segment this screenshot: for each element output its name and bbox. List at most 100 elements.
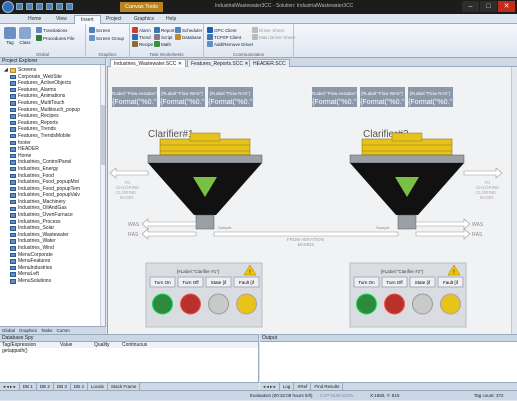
tab-comm[interactable]: Comm	[55, 327, 72, 334]
doc-tab-features-reports[interactable]: Features_Reports.SCC ✕	[187, 59, 253, 67]
tree-item-screen[interactable]: Industries_Process	[0, 219, 100, 226]
class-button[interactable]: Class	[18, 27, 32, 45]
screen-button[interactable]: Screen	[89, 27, 110, 33]
opc-client-button[interactable]: OPC Client	[207, 27, 237, 33]
undo-icon[interactable]	[46, 3, 53, 10]
close-button[interactable]: ✕	[498, 1, 515, 12]
flow-box-ras-1[interactable]: {#Label:"Flow RAS"} {Format("%0."	[208, 87, 253, 107]
run-icon[interactable]	[66, 3, 73, 10]
app-logo-icon[interactable]	[2, 1, 14, 13]
driver-sheet-button[interactable]: Driver Sheet	[252, 27, 284, 33]
tree-item-screen[interactable]: MenuSolutions	[0, 278, 100, 285]
clarifier1-tank[interactable]	[147, 132, 263, 230]
flow-box-aeration-2[interactable]: {#Label:"Flow Aeration"} {Format("%0."	[310, 87, 359, 107]
doc-tab-header[interactable]: HEADER.SCC	[249, 59, 290, 67]
tag-expression-cell[interactable]: getappath()	[0, 348, 58, 354]
tree-item-screen[interactable]: Industries_Machinery	[0, 199, 100, 206]
tab-insert[interactable]: Insert	[74, 15, 101, 24]
tree-item-screen[interactable]: Features_ActiveObjects	[0, 80, 100, 87]
doc-tab-wastewater[interactable]: Industries_Wastewater.SCC ✕	[110, 59, 186, 67]
tag-button[interactable]: Tag	[3, 27, 17, 45]
tree-item-screen[interactable]: Features_Alarms	[0, 87, 100, 94]
tree-item-screen[interactable]: Features_Trends	[0, 126, 100, 133]
tree-item-screen[interactable]: Industries_Wastewater	[0, 232, 100, 239]
tree-root-screens[interactable]: ◢ Screens	[0, 67, 100, 74]
tree-item-screen[interactable]: Industries_Food	[0, 173, 100, 180]
tree-item-screen[interactable]: Industries_ControlPanel	[0, 159, 100, 166]
tree-item-screen[interactable]: MenuLeft	[0, 271, 100, 278]
open-icon[interactable]	[26, 3, 33, 10]
flow-box-was-1[interactable]: {#Label:"Flow WAS"} {Format("%0."	[160, 87, 205, 107]
tab-global[interactable]: Global	[0, 327, 17, 334]
tree-item-screen[interactable]: Industries_Energy	[0, 166, 100, 173]
tab-db2[interactable]: DB 2	[37, 383, 54, 390]
tree-item-screen[interactable]: Industries_Water	[0, 238, 100, 245]
redo-icon[interactable]	[56, 3, 63, 10]
screen-group-button[interactable]: Screen Group	[89, 35, 124, 41]
tab-project[interactable]: Project	[100, 15, 128, 24]
tree-item-screen[interactable]: MenuIndustries	[0, 265, 100, 272]
tab-db1[interactable]: DB 1	[20, 383, 37, 390]
tab-view[interactable]: View	[50, 15, 73, 24]
alarm-button[interactable]: Alarm	[132, 27, 151, 33]
tree-item-screen[interactable]: Features_Animations	[0, 93, 100, 100]
tree-item-screen[interactable]: MenuFeatures	[0, 258, 100, 265]
tab-log[interactable]: Log	[280, 383, 295, 390]
database-button[interactable]: Database	[175, 34, 201, 40]
nav-arrows-icon[interactable]: ◂ ◂ ▸ ▸	[260, 383, 280, 390]
tab-stack-frame[interactable]: Stack Frame	[108, 383, 141, 390]
clarifier2-tank[interactable]	[349, 132, 465, 230]
tcpip-client-button[interactable]: TCP/IP Client	[207, 34, 241, 40]
main-driver-sheet-button[interactable]: Main Driver Sheet	[252, 34, 295, 40]
table-row[interactable]: getappath()	[0, 348, 258, 354]
report-button[interactable]: Report	[154, 27, 175, 33]
flow-box-was-2[interactable]: {#Label:"Flow WAS"} {Format("%0."	[360, 87, 405, 107]
minimize-button[interactable]: –	[462, 1, 479, 12]
math-button[interactable]: Math	[154, 41, 171, 47]
maximize-button[interactable]: □	[480, 1, 497, 12]
scheduler-button[interactable]: Scheduler	[175, 27, 202, 33]
flow-box-aeration-1[interactable]: {#Label:"Flow Aeration"} {Format("%0."	[110, 87, 159, 107]
tab-graphics[interactable]: Graphics	[128, 15, 160, 24]
scrollbar-thumb[interactable]	[101, 105, 105, 165]
tab-tasks[interactable]: Tasks	[39, 327, 55, 334]
tree-item-screen[interactable]: Industries_Food_popupMot	[0, 179, 100, 186]
screen-canvas[interactable]: {#Label:"Flow Aeration"} {Format("%0." {…	[107, 67, 511, 334]
tree-item-screen[interactable]: Features_Recipes	[0, 113, 100, 120]
nav-arrows-icon[interactable]: ◂ ◂ ▸ ▸	[0, 383, 20, 390]
trend-button[interactable]: Trend	[132, 34, 151, 40]
procedures-file-button[interactable]: Procedures File	[36, 35, 75, 41]
tree-item-screen[interactable]: Features_TrendsMobile	[0, 133, 100, 140]
save-icon[interactable]	[36, 3, 43, 10]
add-remove-driver-button[interactable]: Add/Remove Driver	[207, 41, 253, 47]
tab-find-results[interactable]: Find Results	[311, 383, 344, 390]
tree-item-screen[interactable]: Industries_OilAndGas	[0, 205, 100, 212]
tree-item-screen[interactable]: MenuCorporate	[0, 252, 100, 259]
new-icon[interactable]	[16, 3, 23, 10]
tree-item-screen[interactable]: Industries_OvenFurnace	[0, 212, 100, 219]
tree-item-screen[interactable]: Features_Multitouch_popup	[0, 107, 100, 114]
tree-item-screen[interactable]: Features_Reports	[0, 120, 100, 127]
flow-box-ras-2[interactable]: {#Label:"Flow RAS"} {Format("%0."	[408, 87, 453, 107]
tab-graphics-explorer[interactable]: Graphics	[17, 327, 39, 334]
tab-home[interactable]: Home	[22, 15, 47, 24]
tree-item-screen[interactable]: Industries_Food_popupTem	[0, 186, 100, 193]
tree-item-screen[interactable]: Features_MultiTouch	[0, 100, 100, 107]
tree-item-screen[interactable]: Industries_Wind	[0, 245, 100, 252]
collapse-icon[interactable]: ◢	[4, 67, 8, 74]
recipe-button[interactable]: Recipe	[132, 41, 153, 47]
tree-item-screen[interactable]: HEADER	[0, 146, 100, 153]
tab-db4[interactable]: DB 4	[71, 383, 88, 390]
tree-item-screen[interactable]: Corporate_WebSite	[0, 74, 100, 81]
tree-item-screen[interactable]: Home	[0, 153, 100, 160]
translations-button[interactable]: Translations	[36, 27, 67, 33]
script-button[interactable]: Script	[154, 34, 173, 40]
tree-item-screen[interactable]: Industries_Solar	[0, 225, 100, 232]
canvas-scrollbar[interactable]	[511, 67, 517, 334]
tree-item-screen[interactable]: Industries_Food_popupValv	[0, 192, 100, 199]
tab-xref[interactable]: XRef	[294, 383, 312, 390]
tab-locals[interactable]: Locals	[88, 383, 108, 390]
tab-help[interactable]: Help	[160, 15, 182, 24]
explorer-scrollbar[interactable]	[100, 65, 105, 334]
tree-item-screen[interactable]: footer	[0, 140, 100, 147]
